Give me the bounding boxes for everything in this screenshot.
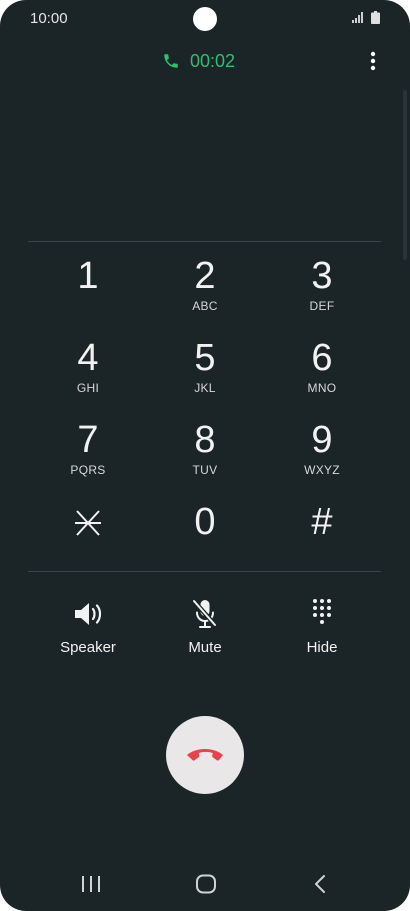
key-4[interactable]: 4 GHI: [33, 336, 143, 412]
key-9[interactable]: 9 WXYZ: [267, 418, 377, 494]
recents-icon[interactable]: [80, 874, 102, 894]
status-bar: 10:00: [0, 0, 410, 36]
key-6[interactable]: 6 MNO: [267, 336, 377, 412]
key-letters: PQRS: [70, 463, 106, 477]
hide-keypad-button[interactable]: Hide: [267, 597, 377, 667]
speaker-label: Speaker: [60, 639, 116, 656]
key-digit: 4: [77, 337, 99, 379]
home-icon[interactable]: [195, 874, 217, 894]
more-vert-icon: [370, 51, 376, 71]
key-7[interactable]: 7 PQRS: [33, 418, 143, 494]
key-digit: 0: [194, 501, 216, 543]
key-8[interactable]: 8 TUV: [150, 418, 260, 494]
key-3[interactable]: 3 DEF: [267, 254, 377, 330]
end-call-button[interactable]: [166, 716, 244, 794]
phone-hangup-icon: [187, 749, 223, 761]
speaker-icon: [75, 603, 102, 625]
key-letters: ABC: [192, 299, 218, 313]
key-digit: 6: [311, 337, 333, 379]
key-letters: JKL: [194, 381, 216, 395]
edge-panel-handle[interactable]: [403, 90, 407, 260]
key-letters: DEF: [309, 299, 335, 313]
key-1[interactable]: 1: [33, 254, 143, 330]
key-letters: GHI: [76, 381, 100, 395]
mic-off-icon: [192, 599, 217, 628]
call-duration: 00:02: [190, 50, 236, 71]
key-digit: 8: [194, 419, 216, 461]
divider-top: [28, 241, 381, 242]
key-digit: #: [311, 501, 333, 543]
key-digit: 1: [77, 255, 99, 297]
hide-label: Hide: [306, 639, 338, 656]
key-digit: 5: [194, 337, 216, 379]
key-2[interactable]: 2 ABC: [150, 254, 260, 330]
battery-icon: [371, 11, 380, 24]
more-options-button[interactable]: [362, 48, 384, 74]
back-icon[interactable]: [312, 874, 330, 894]
phone-screen: 10:00 00:02 1 2 ABC 3 DEF 4 GHI 5 JKL 6 …: [0, 0, 410, 911]
key-letters: MNO: [307, 381, 337, 395]
signal-icon: [352, 12, 363, 23]
key-star[interactable]: [33, 500, 143, 576]
dialpad-icon: [313, 599, 331, 624]
key-digit: 7: [77, 419, 99, 461]
navigation-bar: [0, 858, 410, 911]
key-letters: TUV: [192, 463, 218, 477]
key-digit: 2: [194, 255, 216, 297]
status-time: 10:00: [30, 10, 68, 27]
front-camera: [193, 7, 217, 31]
key-5[interactable]: 5 JKL: [150, 336, 260, 412]
key-digit: 9: [311, 419, 333, 461]
divider-bottom: [28, 571, 381, 572]
phone-icon: [164, 54, 178, 68]
mute-label: Mute: [188, 639, 222, 656]
key-0[interactable]: 0: [150, 500, 260, 576]
key-hash[interactable]: #: [267, 500, 377, 576]
asterisk-icon: [75, 510, 101, 536]
mute-button[interactable]: Mute: [150, 597, 260, 667]
call-timer: 00:02: [162, 50, 235, 72]
key-letters: WXYZ: [304, 463, 340, 477]
key-digit: 3: [311, 255, 333, 297]
speaker-button[interactable]: Speaker: [33, 597, 143, 667]
